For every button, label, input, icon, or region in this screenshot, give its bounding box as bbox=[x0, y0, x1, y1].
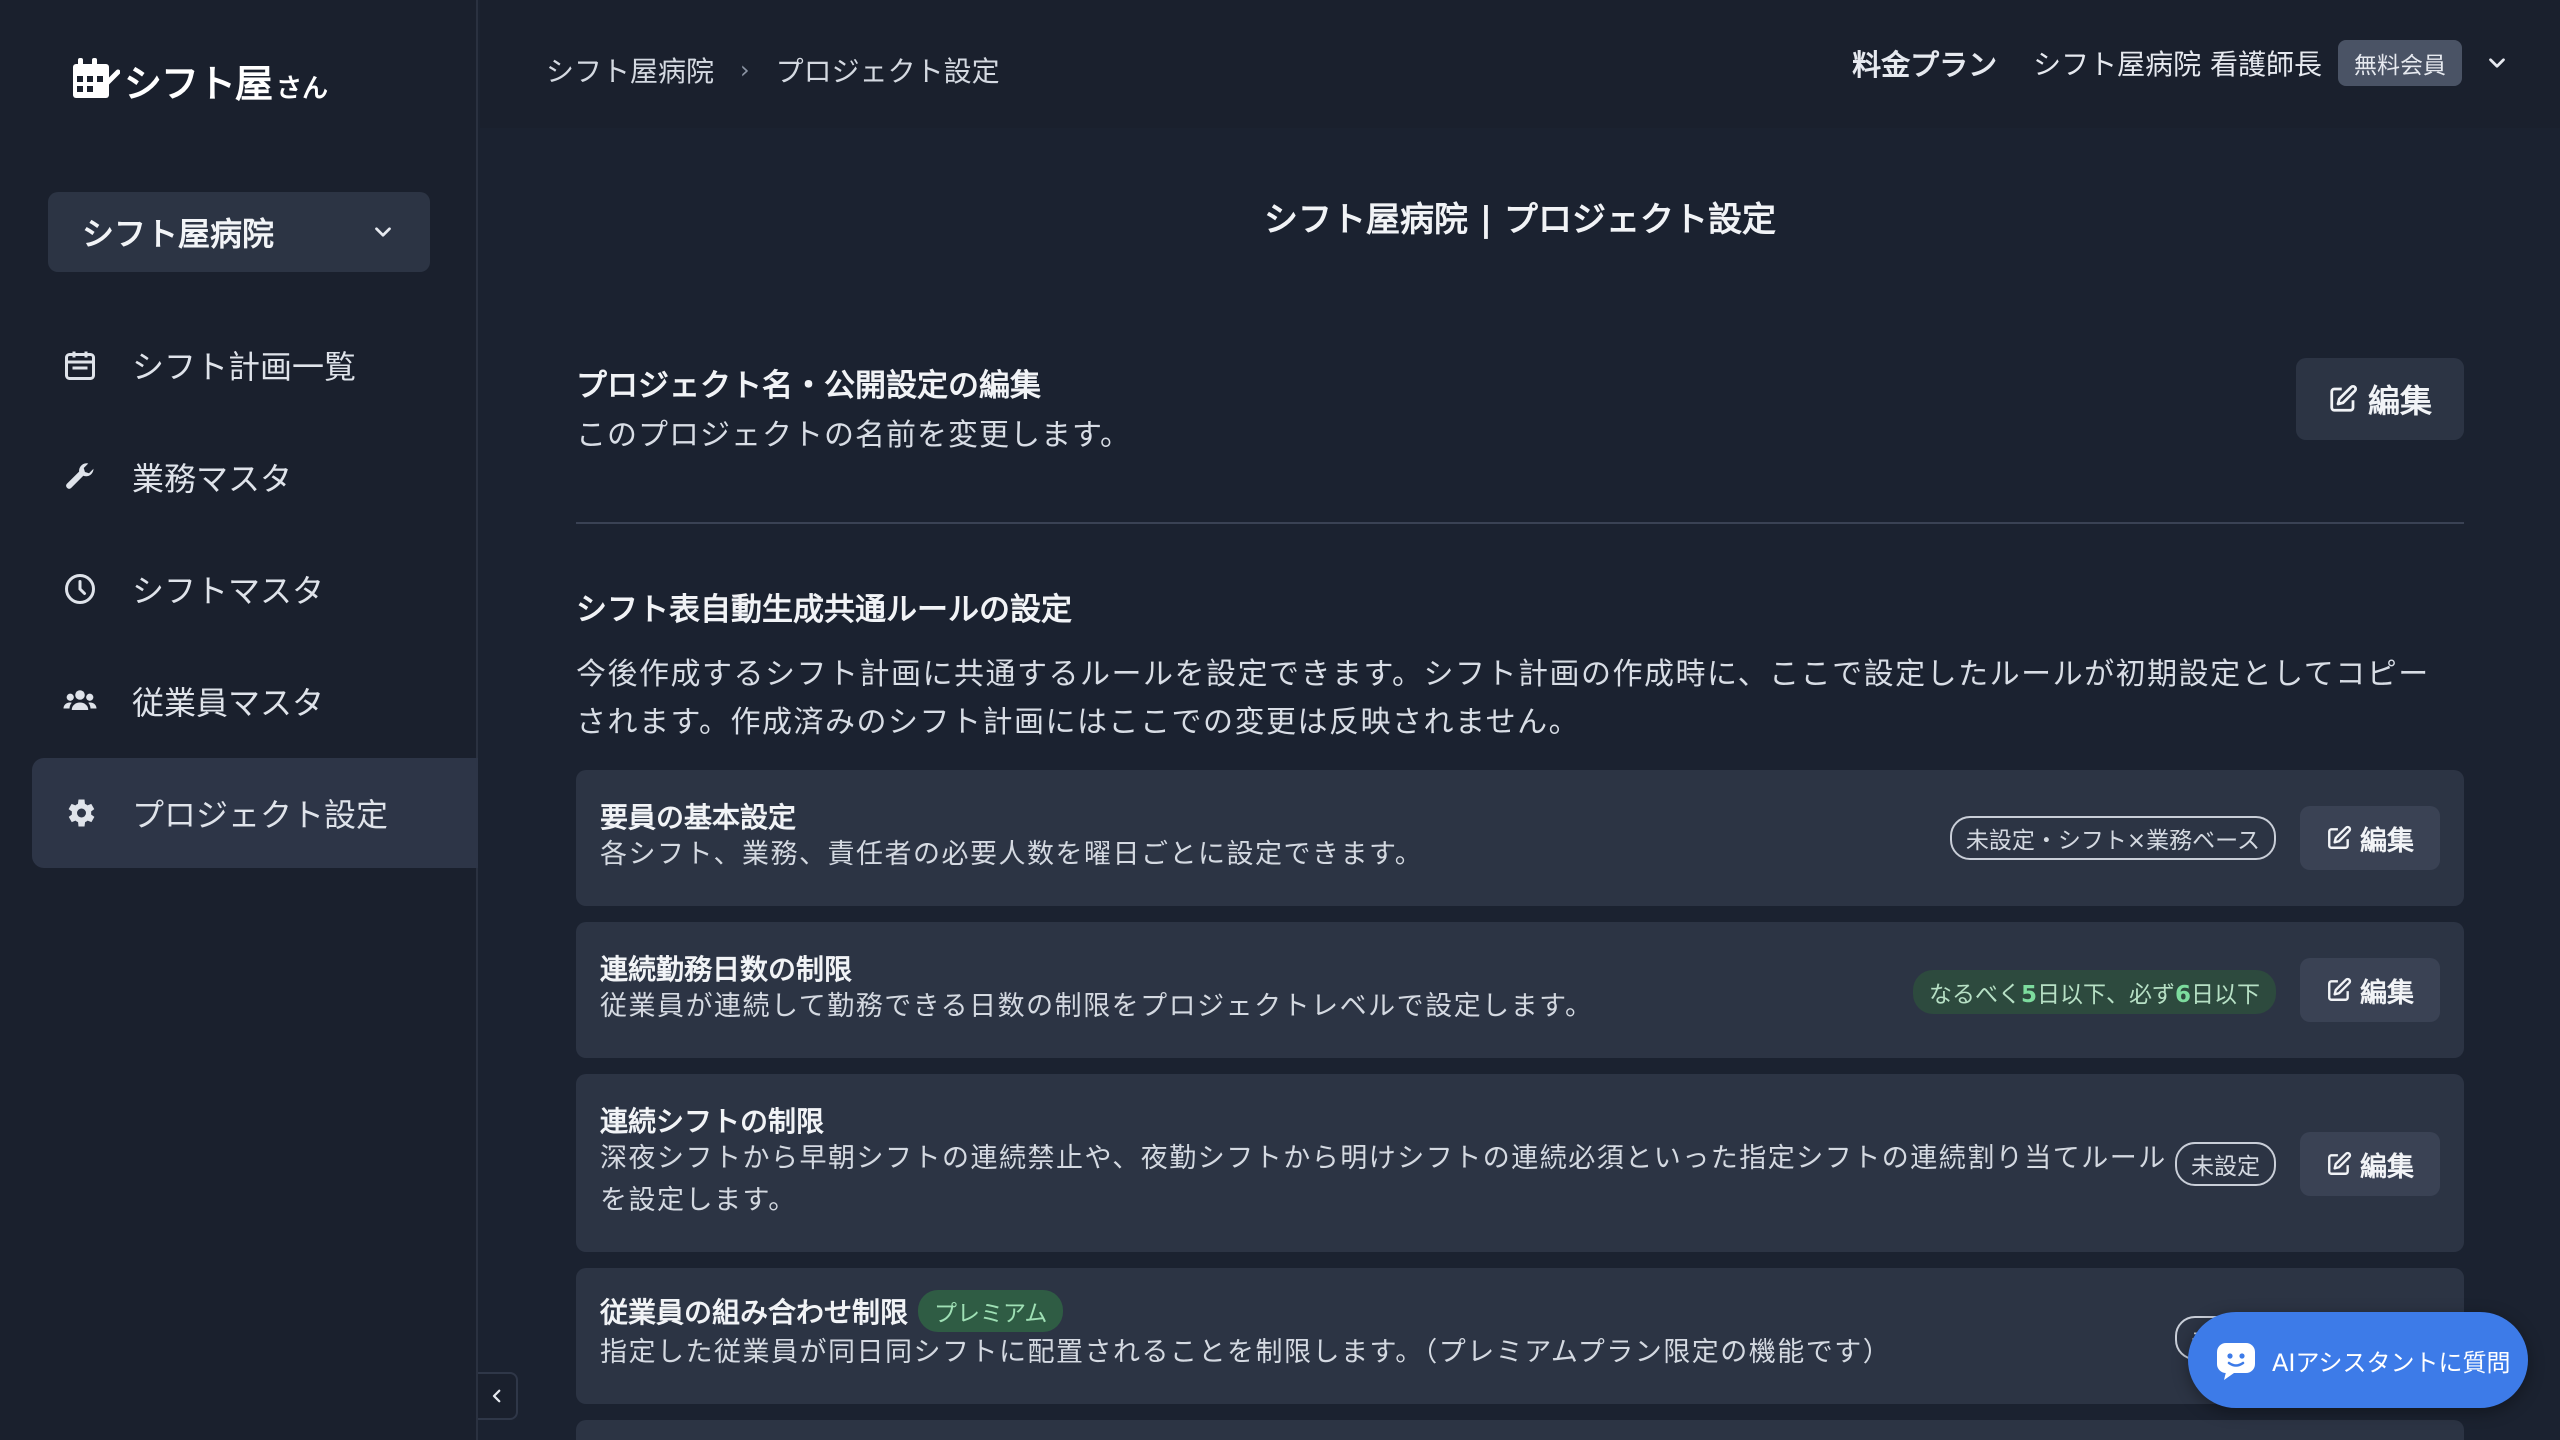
premium-badge: プレミアム bbox=[918, 1290, 1064, 1332]
sidebar-item-task-master[interactable]: 業務マスタ bbox=[32, 422, 478, 532]
section-heading: プロジェクト名・公開設定の編集 bbox=[576, 368, 1041, 404]
sidebar-item-employee-master[interactable]: 従業員マスタ bbox=[32, 646, 478, 756]
status-text: 日以下、必ず bbox=[2036, 982, 2175, 1008]
sidebar-item-label: シフト計画一覧 bbox=[132, 348, 357, 386]
organization-name: シフト屋病院 bbox=[82, 215, 275, 253]
header-actions: 料金プラン シフト屋病院 看護師長 無料会員 bbox=[1852, 40, 2510, 86]
edit-icon bbox=[2328, 825, 2352, 849]
description-line: 深夜シフトから早朝シフトの連続禁止や、夜勤シフトから明けシフトの連続必須といった… bbox=[600, 1143, 2167, 1174]
edit-label: 編集 bbox=[2360, 977, 2414, 1009]
card-description: 従業員が連続して勤務できる日数の制限をプロジェクトレベルで設定します。 bbox=[600, 991, 1594, 1022]
status-text: なるべく bbox=[1928, 982, 2021, 1008]
ai-assistant-label: AIアシスタントに質問 bbox=[2272, 1348, 2511, 1377]
edit-consecutive-days-button[interactable]: 編集 bbox=[2300, 958, 2440, 1022]
description-line: を設定します。 bbox=[600, 1185, 797, 1216]
status-badge: 未設定 bbox=[2175, 1142, 2276, 1186]
card-description: 指定した従業員が同日同シフトに配置されることを制限します。（プレミアムプラン限定… bbox=[600, 1337, 1892, 1368]
card-description: 各シフト、業務、責任者の必要人数を曜日ごとに設定できます。 bbox=[600, 839, 1424, 870]
sidebar-nav: シフト計画一覧 業務マスタ シフトマスタ 従業員マスタ プロジェクト設定 bbox=[32, 310, 478, 870]
main-content: シフト屋病院 | プロジェクト設定 プロジェクト名・公開設定の編集 このプロジェ… bbox=[576, 128, 2464, 1440]
clock-icon bbox=[65, 574, 95, 604]
card-title: 従業員の組み合わせ制限 プレミアム bbox=[600, 1290, 1064, 1332]
chat-bot-icon bbox=[2217, 1343, 2255, 1380]
chevron-down-icon bbox=[2489, 58, 2505, 68]
card-description: 深夜シフトから早朝シフトの連続禁止や、夜勤シフトから明けシフトの連続必須といった… bbox=[600, 1138, 2167, 1222]
status-badge: なるべく5日以下、必ず6日以下 bbox=[1912, 970, 2276, 1014]
breadcrumb-item-current: プロジェクト設定 bbox=[775, 55, 1000, 88]
section-description: 今後作成するシフト計画に共通するルールを設定できます。シフト計画の作成時に、ここ… bbox=[576, 651, 2464, 747]
card-title: 連続勤務日数の制限 bbox=[600, 953, 853, 986]
wrench-icon bbox=[66, 463, 94, 489]
status-badge: 未設定・シフト×業務ベース bbox=[1949, 816, 2276, 860]
auto-generation-rules-section: シフト表自動生成共通ルールの設定 今後作成するシフト計画に共通するルールを設定で… bbox=[576, 584, 2464, 747]
status-text: 日以下 bbox=[2191, 982, 2260, 1008]
breadcrumb-item-organization[interactable]: シフト屋病院 bbox=[546, 50, 714, 90]
user-name: シフト屋病院 看護師長 bbox=[2033, 48, 2322, 81]
page-title: シフト屋病院 | プロジェクト設定 bbox=[1263, 200, 1777, 240]
sidebar-item-label: プロジェクト設定 bbox=[132, 796, 389, 834]
rule-card-next bbox=[576, 1420, 2464, 1440]
sidebar-item-shift-master[interactable]: シフトマスタ bbox=[32, 534, 478, 644]
app-logo[interactable]: シフト屋 さん bbox=[70, 50, 328, 110]
calendar-icon bbox=[65, 351, 95, 380]
rule-card-consecutive-shifts: 連続シフトの制限 深夜シフトから早朝シフトの連続禁止や、夜勤シフトから明けシフト… bbox=[576, 1074, 2464, 1252]
card-title: 要員の基本設定 bbox=[600, 801, 797, 834]
rule-card-staffing: 要員の基本設定 各シフト、業務、責任者の必要人数を曜日ごとに設定できます。 未設… bbox=[576, 770, 2464, 906]
description-line: 今後作成するシフト計画に共通するルールを設定できます。シフト計画の作成時に、ここ… bbox=[576, 657, 2430, 692]
section-divider bbox=[576, 522, 2464, 524]
organization-selector[interactable]: シフト屋病院 bbox=[48, 192, 430, 272]
breadcrumb-separator: › bbox=[740, 56, 750, 84]
sidebar-item-project-settings[interactable]: プロジェクト設定 bbox=[32, 758, 478, 868]
users-icon bbox=[63, 690, 97, 710]
ai-assistant-button[interactable]: AIアシスタントに質問 bbox=[2188, 1312, 2528, 1408]
membership-badge: 無料会員 bbox=[2338, 40, 2462, 86]
chevron-left-icon bbox=[492, 1389, 501, 1403]
edit-icon bbox=[2328, 1151, 2352, 1175]
breadcrumb: シフト屋病院 › プロジェクト設定 bbox=[546, 50, 1000, 90]
description-line: されます。作成済みのシフト計画にはここでの変更は反映されません。 bbox=[576, 705, 1581, 740]
logo-subtext: さん bbox=[276, 73, 329, 104]
chevron-down-icon bbox=[375, 227, 391, 237]
section-description: このプロジェクトの名前を変更します。 bbox=[576, 418, 1131, 453]
status-number: 5 bbox=[2020, 982, 2037, 1008]
logo-text: シフト屋 bbox=[124, 61, 273, 106]
rule-card-employee-combination: 従業員の組み合わせ制限 プレミアム 指定した従業員が同日同シフトに配置されること… bbox=[576, 1268, 2464, 1404]
sidebar: シフト屋 さん シフト屋病院 シフト計画一覧 業務マスタ シフトマスタ 従業員マ… bbox=[0, 0, 478, 1440]
card-title: 連続シフトの制限 bbox=[600, 1105, 825, 1138]
edit-label: 編集 bbox=[2360, 825, 2414, 857]
edit-staffing-button[interactable]: 編集 bbox=[2300, 806, 2440, 870]
edit-project-name-button[interactable]: 編集 bbox=[2296, 358, 2464, 440]
edit-label: 編集 bbox=[2367, 382, 2432, 420]
status-number: 6 bbox=[2174, 982, 2191, 1008]
user-menu[interactable]: シフト屋病院 看護師長 無料会員 bbox=[2033, 40, 2510, 86]
sidebar-item-label: シフトマスタ bbox=[132, 572, 325, 610]
sidebar-item-label: 業務マスタ bbox=[132, 460, 293, 498]
sidebar-collapse-button[interactable] bbox=[478, 1372, 518, 1420]
edit-icon bbox=[2328, 977, 2352, 1001]
edit-consecutive-shifts-button[interactable]: 編集 bbox=[2300, 1132, 2440, 1196]
top-header: シフト屋病院 › プロジェクト設定 料金プラン シフト屋病院 看護師長 無料会員 bbox=[480, 0, 2560, 128]
calendar-logo-icon bbox=[73, 58, 120, 98]
rule-card-consecutive-days: 連続勤務日数の制限 従業員が連続して勤務できる日数の制限をプロジェクトレベルで設… bbox=[576, 922, 2464, 1058]
sidebar-item-shift-plans[interactable]: シフト計画一覧 bbox=[32, 310, 478, 420]
edit-icon bbox=[2330, 384, 2357, 412]
project-name-section: プロジェクト名・公開設定の編集 このプロジェクトの名前を変更します。 編集 bbox=[576, 358, 2464, 510]
sidebar-item-label: 従業員マスタ bbox=[132, 684, 325, 722]
gear-icon bbox=[68, 799, 95, 827]
pricing-plan-link[interactable]: 料金プラン bbox=[1852, 42, 1997, 84]
card-title-text: 従業員の組み合わせ制限 bbox=[600, 1296, 909, 1329]
section-heading: シフト表自動生成共通ルールの設定 bbox=[576, 592, 1072, 628]
edit-label: 編集 bbox=[2360, 1151, 2414, 1183]
